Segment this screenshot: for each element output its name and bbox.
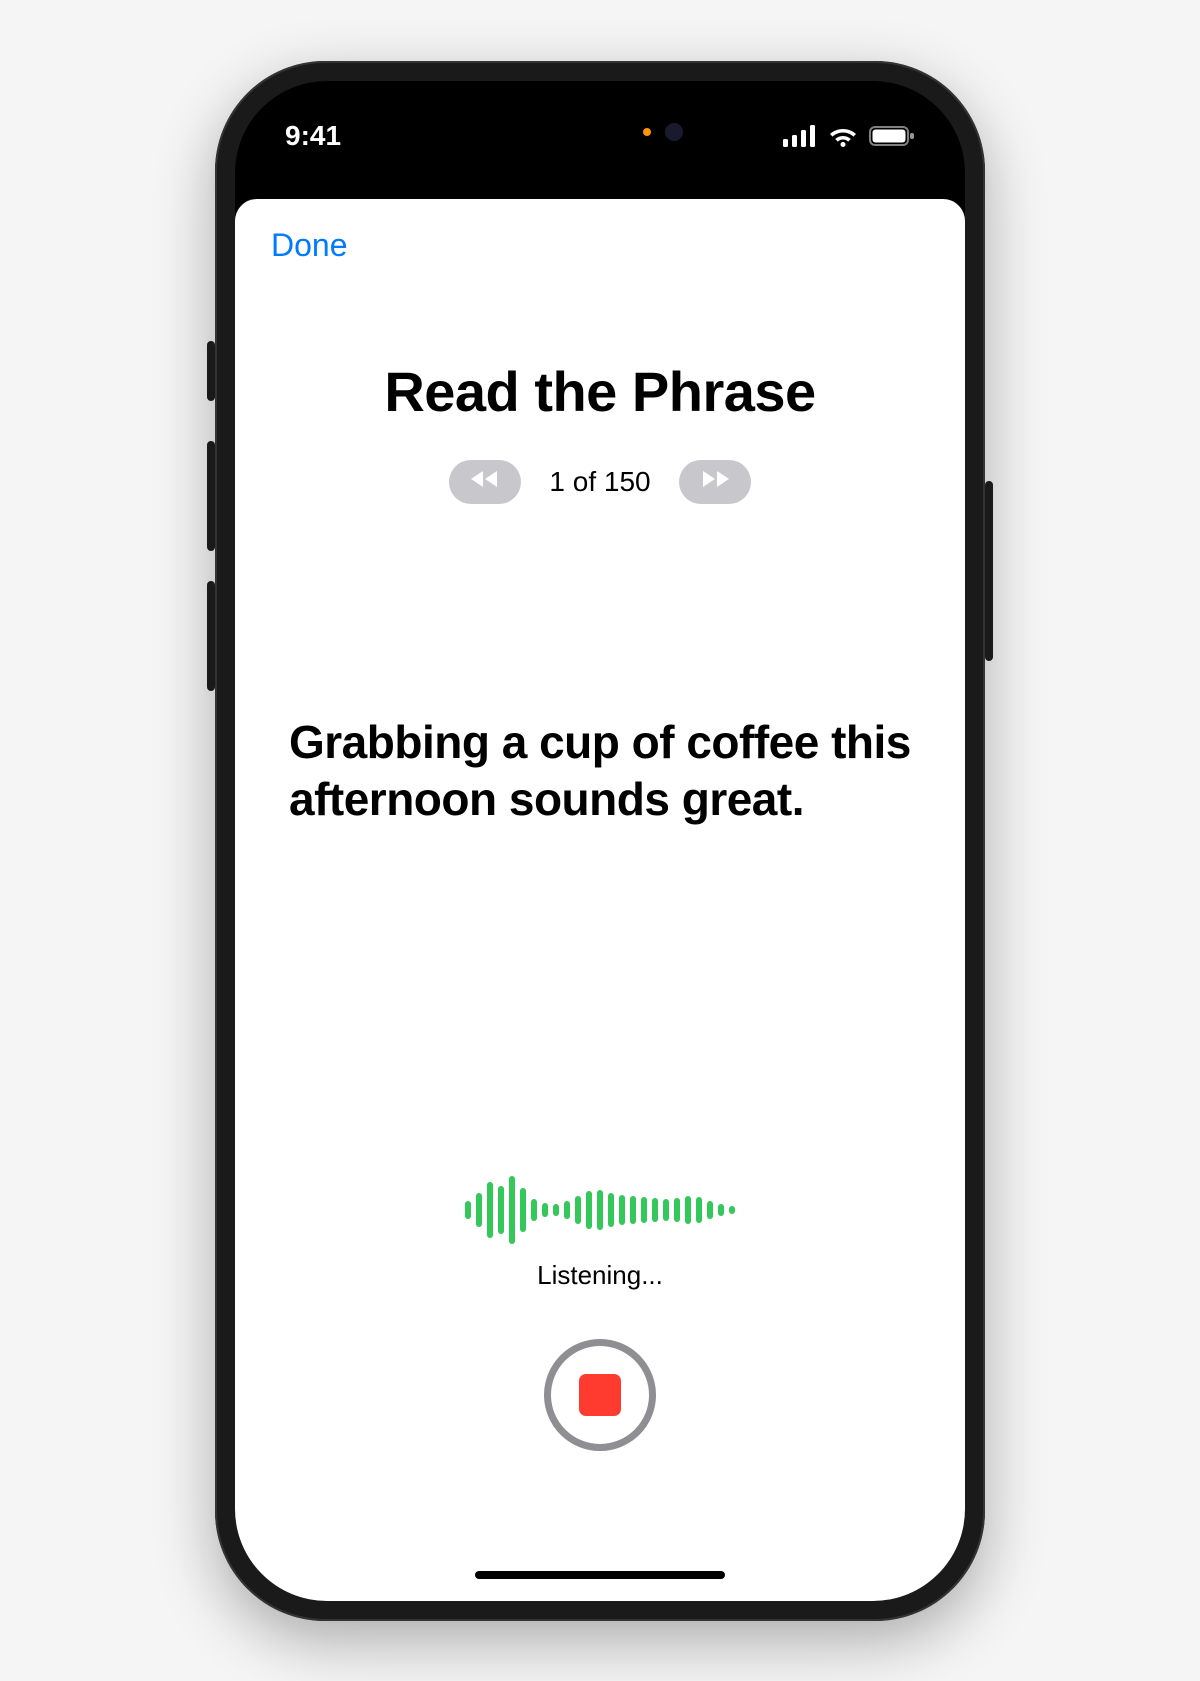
waveform-bar: [608, 1193, 614, 1227]
waveform-bar: [498, 1186, 504, 1234]
waveform-bar: [663, 1199, 669, 1221]
waveform-bar: [575, 1196, 581, 1224]
phrase-area: Grabbing a cup of coffee this afternoon …: [235, 714, 965, 828]
phrase-text: Grabbing a cup of coffee this afternoon …: [289, 714, 911, 828]
waveform-bar: [729, 1206, 735, 1214]
rewind-icon: [469, 469, 501, 494]
wifi-icon: [827, 125, 859, 147]
stop-recording-button[interactable]: [544, 1339, 656, 1451]
pager-label: 1 of 150: [549, 466, 650, 498]
waveform-bar: [531, 1199, 537, 1221]
waveform-bar: [630, 1196, 636, 1224]
status-icons: [783, 125, 915, 147]
nav-bar: Done: [235, 199, 965, 264]
waveform-bar: [509, 1176, 515, 1244]
waveform-bar: [597, 1190, 603, 1230]
waveform-bar: [476, 1193, 482, 1227]
phone-frame: 9:41 Done Read the Phrase: [215, 61, 985, 1621]
waveform-bar: [718, 1204, 724, 1216]
recording-status: Listening...: [537, 1260, 663, 1291]
waveform-bar: [696, 1197, 702, 1223]
side-button-volume-up: [207, 441, 215, 551]
waveform-bar: [586, 1191, 592, 1229]
next-button[interactable]: [679, 460, 751, 504]
pager: 1 of 150: [275, 460, 925, 504]
front-camera-icon: [665, 123, 683, 141]
waveform-icon: [465, 1174, 735, 1246]
waveform-bar: [641, 1197, 647, 1223]
page-title: Read the Phrase: [275, 359, 925, 424]
waveform-bar: [542, 1203, 548, 1217]
waveform-bar: [707, 1201, 713, 1219]
battery-icon: [869, 125, 915, 147]
home-indicator[interactable]: [475, 1571, 725, 1579]
microphone-indicator-icon: [643, 128, 651, 136]
waveform-bar: [520, 1188, 526, 1232]
sheet-gap: [235, 171, 965, 199]
status-time: 9:41: [285, 120, 341, 152]
heading-area: Read the Phrase 1 of 150: [235, 359, 965, 504]
waveform-bar: [465, 1201, 471, 1219]
previous-button[interactable]: [449, 460, 521, 504]
forward-icon: [699, 469, 731, 494]
waveform-bar: [674, 1198, 680, 1222]
modal-sheet: Done Read the Phrase 1 of 150: [235, 199, 965, 1601]
done-button[interactable]: Done: [271, 227, 348, 263]
waveform-bar: [652, 1198, 658, 1222]
device-screen: 9:41 Done Read the Phrase: [235, 81, 965, 1601]
side-button-power: [985, 481, 993, 661]
dynamic-island: [495, 103, 705, 161]
waveform-bar: [685, 1196, 691, 1224]
cellular-icon: [783, 125, 817, 147]
side-button-volume-down: [207, 581, 215, 691]
waveform-bar: [619, 1195, 625, 1225]
waveform-bar: [564, 1201, 570, 1219]
recording-area: Listening...: [235, 1174, 965, 1451]
stop-icon: [579, 1374, 621, 1416]
side-button-silence: [207, 341, 215, 401]
waveform-bar: [553, 1204, 559, 1216]
waveform-bar: [487, 1182, 493, 1238]
